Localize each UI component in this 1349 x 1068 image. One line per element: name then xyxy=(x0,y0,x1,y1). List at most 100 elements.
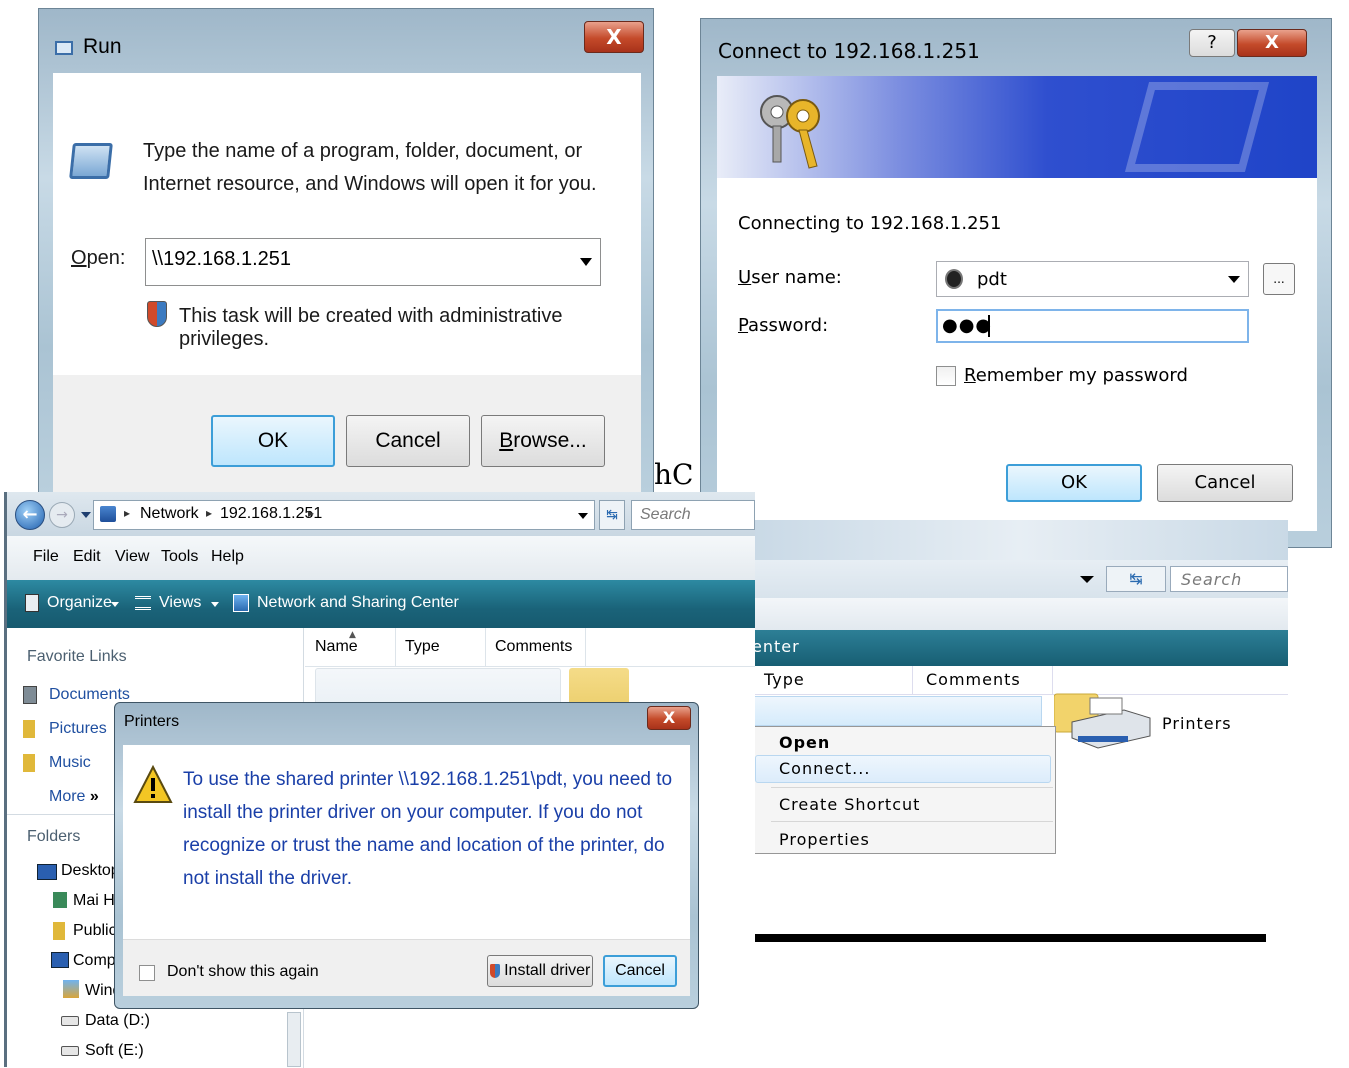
search-placeholder: Search xyxy=(1181,570,1243,589)
browse-users-button[interactable]: ... xyxy=(1263,263,1295,295)
run-open-input[interactable]: \\192.168.1.251 xyxy=(145,238,601,286)
network-icon xyxy=(100,506,116,522)
dont-show-checkbox[interactable] xyxy=(139,965,155,981)
chevron-down-icon[interactable] xyxy=(211,602,219,607)
password-field[interactable]: ●●● xyxy=(936,309,1249,343)
breadcrumb-network[interactable]: Network xyxy=(140,505,199,523)
explorer2-column-header: Type Comments xyxy=(752,666,1288,695)
breadcrumb-host[interactable]: 192.168.1.251 xyxy=(220,505,322,523)
remember-checkbox[interactable] xyxy=(936,366,956,386)
views-button[interactable]: Views xyxy=(159,594,201,612)
printers-item-label[interactable]: Printers xyxy=(1162,714,1232,733)
favorite-links-header: Favorite Links xyxy=(27,648,127,665)
breadcrumb-sep: ▸ xyxy=(308,506,315,520)
explorer2-address-bar: ↹ Search xyxy=(752,560,1288,598)
menu-tools[interactable]: Tools xyxy=(161,548,198,566)
forward-button[interactable]: → xyxy=(49,502,75,528)
column-type[interactable]: Type xyxy=(764,670,805,689)
desktop-icon xyxy=(37,864,57,880)
folders-header: Folders xyxy=(27,828,81,845)
connect-dialog: Connect to 192.168.1.251 ? X Connecting … xyxy=(700,18,1332,548)
tree-soft[interactable]: Soft (E:) xyxy=(85,1042,144,1060)
chevron-down-icon[interactable] xyxy=(1080,576,1094,583)
column-divider xyxy=(1052,666,1053,694)
search-input[interactable]: Search xyxy=(631,500,755,530)
views-icon xyxy=(135,596,151,610)
ok-button[interactable]: OK xyxy=(211,415,335,467)
tree-data[interactable]: Data (D:) xyxy=(85,1012,150,1030)
context-connect[interactable]: Connect... xyxy=(779,759,870,778)
back-button[interactable]: ← xyxy=(15,500,45,530)
address-field[interactable]: ▸ Network ▸ 192.168.1.251 ▸ xyxy=(93,500,595,530)
tree-public[interactable]: Public xyxy=(73,922,117,940)
ok-button[interactable]: OK xyxy=(1006,464,1142,502)
menu-file[interactable]: File xyxy=(33,548,59,566)
install-driver-button[interactable]: Install driver xyxy=(487,955,593,987)
cancel-button[interactable]: Cancel xyxy=(1157,464,1293,502)
dont-show-label: Don't show this again xyxy=(167,963,319,980)
network-center-button[interactable]: Network and Sharing Center xyxy=(257,594,459,612)
menu-help[interactable]: Help xyxy=(211,548,244,566)
sort-arrow-icon: ▲ xyxy=(349,630,356,640)
context-create-shortcut[interactable]: Create Shortcut xyxy=(779,795,920,814)
explorer2-toolbar: enter xyxy=(752,630,1288,666)
browse-button[interactable]: Browse... xyxy=(481,415,605,467)
organize-button[interactable]: Organize xyxy=(47,594,112,612)
shield-icon xyxy=(147,301,167,327)
public-folder-icon xyxy=(53,922,65,940)
chevron-down-icon[interactable] xyxy=(1228,276,1240,283)
chevron-down-icon[interactable] xyxy=(580,258,592,266)
username-value: pdt xyxy=(977,269,1007,290)
username-combobox[interactable]: pdt xyxy=(936,261,1249,297)
run-admin-note: This task will be created with administr… xyxy=(179,305,563,350)
computer-icon xyxy=(51,952,69,968)
install-driver-label: Install driver xyxy=(504,962,591,979)
run-description: Type the name of a program, folder, docu… xyxy=(143,140,597,195)
documents-icon xyxy=(23,686,37,704)
connect-banner xyxy=(717,76,1317,178)
organize-icon xyxy=(25,594,39,612)
toolbar-fragment: enter xyxy=(752,637,800,656)
column-comments[interactable]: Comments xyxy=(926,670,1021,689)
column-type[interactable]: Type xyxy=(405,638,440,656)
scrollbar[interactable] xyxy=(287,1012,301,1067)
column-divider xyxy=(585,628,586,666)
run-dialog: Run X Type the name of a program, folder… xyxy=(38,8,654,493)
column-comments[interactable]: Comments xyxy=(495,638,572,656)
tree-desktop[interactable]: Desktop xyxy=(61,862,120,880)
column-name[interactable]: Name xyxy=(315,638,358,656)
history-chevron-icon[interactable] xyxy=(81,512,91,518)
menu-bar: File Edit View Tools Help xyxy=(7,536,755,581)
menu-separator xyxy=(771,787,1053,788)
more-link[interactable]: More » xyxy=(49,788,99,806)
link-music[interactable]: Music xyxy=(49,754,91,772)
menu-edit[interactable]: Edit xyxy=(73,548,101,566)
menu-view[interactable]: View xyxy=(115,548,149,566)
cancel-button[interactable]: Cancel xyxy=(346,415,470,467)
run-title: Run xyxy=(83,35,122,58)
explorer2-search[interactable]: Search xyxy=(1170,566,1288,592)
context-properties[interactable]: Properties xyxy=(779,830,870,849)
refresh-icon[interactable]: ↹ xyxy=(1106,566,1166,592)
breadcrumb-sep: ▸ xyxy=(124,506,131,520)
command-toolbar: Organize Views Network and Sharing Cente… xyxy=(7,580,755,628)
column-header: Name ▲ Type Comments xyxy=(305,628,755,667)
printers-close-button[interactable]: X xyxy=(647,706,691,730)
run-close-button[interactable]: X xyxy=(584,21,644,53)
link-pictures[interactable]: Pictures xyxy=(49,720,107,738)
stray-text: hC xyxy=(654,458,694,491)
chevron-down-icon[interactable] xyxy=(578,513,588,519)
connecting-text: Connecting to 192.168.1.251 xyxy=(738,213,1002,234)
help-button[interactable]: ? xyxy=(1189,29,1235,57)
remember-label: Remember my password xyxy=(964,365,1188,386)
username-label: User name: xyxy=(738,267,842,288)
connect-close-button[interactable]: X xyxy=(1237,29,1307,57)
column-divider xyxy=(912,666,913,694)
music-icon xyxy=(23,754,35,772)
context-open[interactable]: Open xyxy=(779,733,830,752)
chevron-down-icon[interactable] xyxy=(111,602,119,607)
refresh-icon[interactable]: ↹ xyxy=(599,500,625,530)
printers-message: To use the shared printer \\192.168.1.25… xyxy=(183,769,673,889)
password-value: ●●● xyxy=(942,315,993,336)
cancel-button[interactable]: Cancel xyxy=(603,955,677,987)
